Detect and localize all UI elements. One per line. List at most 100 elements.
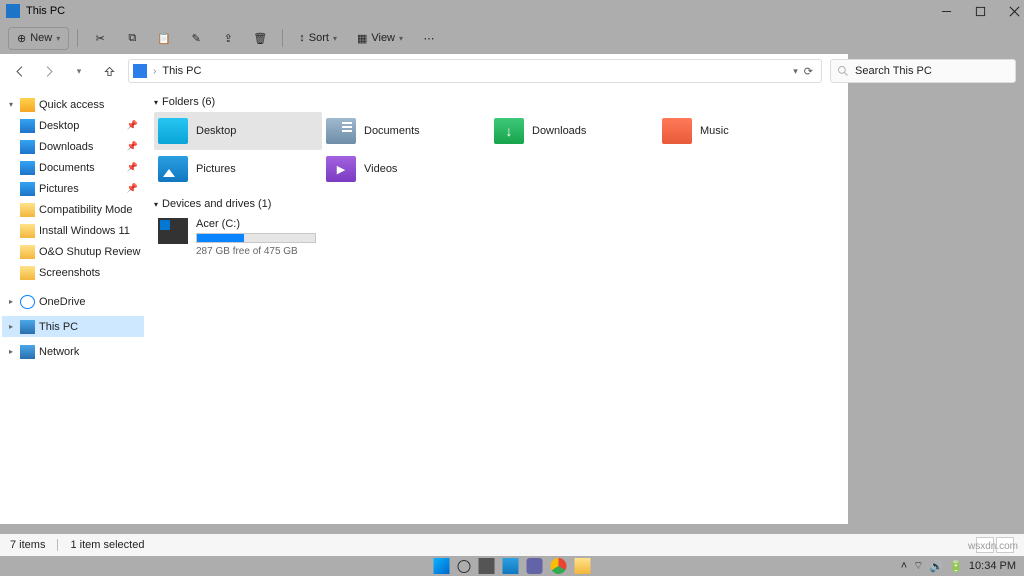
status-bar: 7 items 1 item selected <box>0 534 1024 556</box>
this-pc[interactable]: ▸ This PC <box>2 316 144 337</box>
breadcrumb-sep: › <box>153 66 156 77</box>
capacity-bar <box>196 233 316 243</box>
chevron-down-icon: ▾ <box>154 200 158 209</box>
chevron-right-icon[interactable]: ▸ <box>6 297 16 306</box>
plus-icon: ⊕ <box>17 32 26 45</box>
folder-icon <box>20 119 35 133</box>
toolbar-sep <box>77 29 78 47</box>
folder-item[interactable]: Music <box>658 112 826 150</box>
sidebar-item[interactable]: Screenshots <box>2 262 144 283</box>
copy-button[interactable]: ⧉ <box>118 28 146 49</box>
folder-icon <box>158 118 188 144</box>
sidebar-item[interactable]: Install Windows 11 <box>2 220 144 241</box>
delete-icon: 🗑 <box>253 32 267 45</box>
chevron-right-icon[interactable]: ▸ <box>6 347 16 356</box>
sort-icon: ↕ <box>299 32 305 44</box>
folder-icon <box>326 156 356 182</box>
toolbar: ⊕ New ▾ ✂ ⧉ 📋 ✎ ⇪ 🗑 ↕Sort▾ ▦View▾ ⋯ <box>0 22 1024 54</box>
drive-item[interactable]: Acer (C:)287 GB free of 475 GB <box>154 214 364 261</box>
delete-button[interactable]: 🗑 <box>246 28 274 49</box>
sort-button[interactable]: ↕Sort▾ <box>291 28 345 48</box>
folder-icon <box>20 161 35 175</box>
explorer-button[interactable] <box>575 558 591 574</box>
clock[interactable]: 10:34 PM <box>969 561 1016 572</box>
onedrive[interactable]: ▸ OneDrive <box>2 291 144 312</box>
volume-icon[interactable]: 🔊 <box>930 560 944 573</box>
folder-item[interactable]: Desktop <box>154 112 322 150</box>
nav-sidebar: ▾ Quick access Desktop📌Downloads📌Documen… <box>0 88 146 524</box>
folders-grid: DesktopDocumentsDownloadsMusic PicturesVi… <box>154 112 840 188</box>
main-pane: ▾Folders (6) DesktopDocumentsDownloadsMu… <box>146 88 848 524</box>
address-bar[interactable]: › This PC ▾ ⟳ <box>128 59 822 83</box>
cut-button[interactable]: ✂ <box>86 28 114 49</box>
rename-icon: ✎ <box>192 32 201 45</box>
pin-icon: 📌 <box>127 162 138 173</box>
system-tray: ˄ ⌔ 🔊 🔋 10:34 PM <box>901 559 1024 573</box>
rename-button[interactable]: ✎ <box>182 28 210 49</box>
wifi-icon[interactable]: ⌔ <box>913 559 923 573</box>
taskbar-center <box>434 558 591 574</box>
sidebar-item[interactable]: Desktop📌 <box>2 115 144 136</box>
sidebar-item[interactable]: Documents📌 <box>2 157 144 178</box>
window-title: This PC <box>26 5 65 17</box>
folder-item[interactable]: Downloads <box>490 112 658 150</box>
maximize-button[interactable] <box>974 5 986 17</box>
refresh-button[interactable]: ⟳ <box>804 65 813 78</box>
search-placeholder: Search This PC <box>855 65 932 77</box>
drives-header[interactable]: ▾Devices and drives (1) <box>154 194 840 214</box>
network[interactable]: ▸ Network <box>2 341 144 362</box>
search-input[interactable]: Search This PC <box>830 59 1016 83</box>
more-button[interactable]: ⋯ <box>415 28 443 49</box>
widgets-button[interactable] <box>503 558 519 574</box>
chrome-button[interactable] <box>551 558 567 574</box>
pin-icon: 📌 <box>127 141 138 152</box>
recent-button[interactable]: ▾ <box>68 60 90 82</box>
view-button[interactable]: ▦View▾ <box>349 28 411 49</box>
start-button[interactable] <box>434 558 450 574</box>
sidebar-item[interactable]: Compatibility Mode <box>2 199 144 220</box>
copy-icon: ⧉ <box>128 32 136 45</box>
selection-count: 1 item selected <box>70 539 144 551</box>
sidebar-item[interactable]: O&O Shutup Review <box>2 241 144 262</box>
folder-item[interactable]: Documents <box>322 112 490 150</box>
chevron-down-icon[interactable]: ▾ <box>6 100 16 109</box>
toolbar-sep2 <box>282 29 283 47</box>
drive-icon <box>158 218 188 244</box>
close-button[interactable] <box>1008 5 1020 17</box>
more-icon: ⋯ <box>424 32 435 45</box>
quick-access[interactable]: ▾ Quick access <box>2 94 144 115</box>
address-dropdown[interactable]: ▾ <box>793 66 798 77</box>
task-view-button[interactable] <box>479 558 495 574</box>
network-icon <box>20 345 35 359</box>
sidebar-item[interactable]: Pictures📌 <box>2 178 144 199</box>
chat-button[interactable] <box>527 558 543 574</box>
paste-button[interactable]: 📋 <box>150 28 178 49</box>
share-button[interactable]: ⇪ <box>214 28 242 49</box>
chevron-down-icon: ▾ <box>154 98 158 107</box>
sidebar-item[interactable]: Downloads📌 <box>2 136 144 157</box>
content-area: ▾ Quick access Desktop📌Downloads📌Documen… <box>0 88 848 524</box>
folders-header[interactable]: ▾Folders (6) <box>154 92 840 112</box>
minimize-button[interactable] <box>940 5 952 17</box>
search-icon <box>837 65 849 77</box>
back-button[interactable] <box>8 60 30 82</box>
new-button[interactable]: ⊕ New ▾ <box>8 27 69 50</box>
cut-icon: ✂ <box>96 32 105 45</box>
share-icon: ⇪ <box>224 32 233 45</box>
window-controls <box>940 0 1020 22</box>
star-icon <box>20 98 35 112</box>
folder-item[interactable]: Pictures <box>154 150 322 188</box>
folder-item[interactable]: Videos <box>322 150 490 188</box>
titlebar: This PC <box>0 0 1024 22</box>
taskbar-search-button[interactable] <box>458 560 471 573</box>
up-button[interactable] <box>98 60 120 82</box>
breadcrumb-root[interactable]: This PC <box>162 65 201 77</box>
chevron-right-icon[interactable]: ▸ <box>6 322 16 331</box>
tray-chevron-icon[interactable]: ˄ <box>901 560 907 572</box>
folder-icon <box>494 118 524 144</box>
forward-button[interactable] <box>38 60 60 82</box>
pin-icon: 📌 <box>127 120 138 131</box>
app-icon <box>6 4 20 18</box>
battery-icon[interactable]: 🔋 <box>949 560 963 573</box>
folder-icon <box>20 245 35 259</box>
